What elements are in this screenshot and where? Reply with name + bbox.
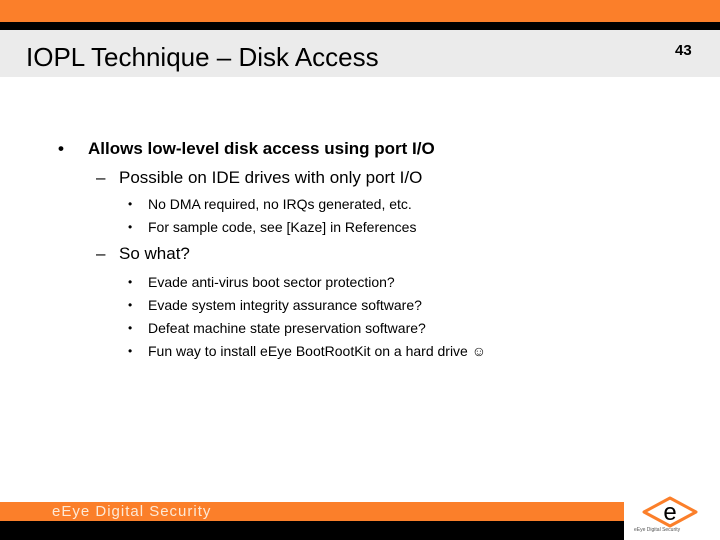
bullet-icon: • <box>58 139 64 158</box>
header-black-bar <box>0 22 720 30</box>
eeye-logo-icon: e <box>642 496 698 528</box>
bullet-icon: • <box>128 197 133 211</box>
bullet-icon: • <box>128 298 133 312</box>
logo-letter: e <box>663 499 676 526</box>
dash-icon: – <box>96 244 106 263</box>
dash-icon: – <box>96 168 106 187</box>
footer-brand: eEye Digital Security <box>52 503 212 520</box>
sub-bullet-text: Possible on IDE drives with only port I/… <box>119 168 423 187</box>
sub-sub-bullet-text: Evade system integrity assurance softwar… <box>148 297 422 313</box>
sub-sub-bullet-text: For sample code, see [Kaze] in Reference… <box>148 219 417 235</box>
bullet-icon: • <box>128 220 133 234</box>
sub-sub-bullet-text: No DMA required, no IRQs generated, etc. <box>148 196 412 212</box>
header-orange-bar <box>0 0 720 22</box>
bullet-text: Allows low-level disk access using port … <box>88 139 435 158</box>
sub-sub-bullet-text: Defeat machine state preservation softwa… <box>148 320 426 336</box>
logo-caption: eEye Digital Security <box>634 527 681 533</box>
footer-black-bar <box>0 521 624 540</box>
bullet-icon: • <box>128 344 133 358</box>
sub-sub-bullet-text: Evade anti-virus boot sector protection? <box>148 274 395 290</box>
sub-bullet-text: So what? <box>119 244 190 263</box>
slide-title: IOPL Technique – Disk Access <box>26 42 379 72</box>
sub-sub-bullet-text: Fun way to install eEye BootRootKit on a… <box>148 343 487 359</box>
slide-number: 43 <box>675 42 692 59</box>
bullet-icon: • <box>128 275 133 289</box>
bullet-icon: • <box>128 321 133 335</box>
